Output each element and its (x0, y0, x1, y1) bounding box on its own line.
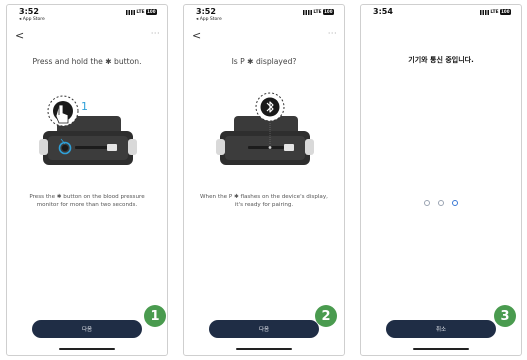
status-bar: 3:54 LTE 100 (369, 7, 513, 27)
status-bar: 3:52 ◂ App Store LTE 100 (192, 7, 336, 27)
status-indicators: LTE 100 (303, 9, 334, 15)
loading-indicator (361, 200, 521, 206)
step-badge-1: 1 (144, 305, 166, 327)
network-label: LTE (490, 9, 499, 15)
status-indicators: LTE 100 (126, 9, 157, 15)
status-bar: 3:52 ◂ App Store LTE 100 (15, 7, 159, 27)
phone-screen-pairing-check: 3:52 ◂ App Store LTE 100 < ··· Is P ✱ di… (183, 4, 345, 356)
back-to-app-store-link[interactable]: ◂ App Store (196, 17, 222, 22)
page-title: 기기와 통신 중입니다. (408, 56, 474, 64)
more-menu-button[interactable]: ··· (151, 29, 160, 38)
network-label: LTE (136, 9, 145, 15)
signal-icon (480, 9, 490, 15)
more-menu-button[interactable]: ··· (328, 29, 337, 38)
back-to-app-store-link[interactable]: ◂ App Store (19, 17, 45, 22)
cancel-button[interactable]: 취소 (386, 320, 496, 338)
device-illustration: 1 (39, 95, 137, 165)
instruction-text: Press the ✱ button on the blood pressure… (29, 194, 145, 208)
phone-screen-communicating: 3:54 LTE 100 기기와 통신 중입니다. 취소 (360, 4, 522, 356)
progress-dot (438, 200, 444, 206)
step-badge-3: 3 (494, 305, 516, 327)
network-label: LTE (313, 9, 322, 15)
status-indicators: LTE 100 (480, 9, 511, 15)
signal-icon (303, 9, 313, 15)
phone-screen-press-button: 3:52 ◂ App Store LTE 100 < ··· Press and… (6, 4, 168, 356)
step-badge-2: 2 (315, 305, 337, 327)
device-illustration (216, 92, 314, 165)
callout-number: 1 (81, 100, 88, 113)
home-indicator (413, 347, 469, 350)
battery-icon: 100 (145, 9, 157, 15)
progress-dot (424, 200, 430, 206)
progress-dot-active (452, 200, 458, 206)
next-button[interactable]: 다음 (209, 320, 319, 338)
status-time: 3:52 (196, 7, 216, 16)
battery-icon: 100 (499, 9, 511, 15)
battery-icon: 100 (322, 9, 334, 15)
signal-icon (126, 9, 136, 15)
next-button[interactable]: 다음 (32, 320, 142, 338)
instruction-text: When the P ✱ flashes on the device's dis… (200, 194, 328, 208)
home-indicator (236, 347, 292, 350)
back-button[interactable]: < (192, 29, 201, 42)
home-indicator (59, 347, 115, 350)
back-button[interactable]: < (15, 29, 24, 42)
page-title: Is P ✱ displayed? (231, 57, 297, 66)
page-title: Press and hold the ✱ button. (32, 57, 142, 66)
status-time: 3:52 (19, 7, 39, 16)
status-time: 3:54 (373, 7, 393, 16)
